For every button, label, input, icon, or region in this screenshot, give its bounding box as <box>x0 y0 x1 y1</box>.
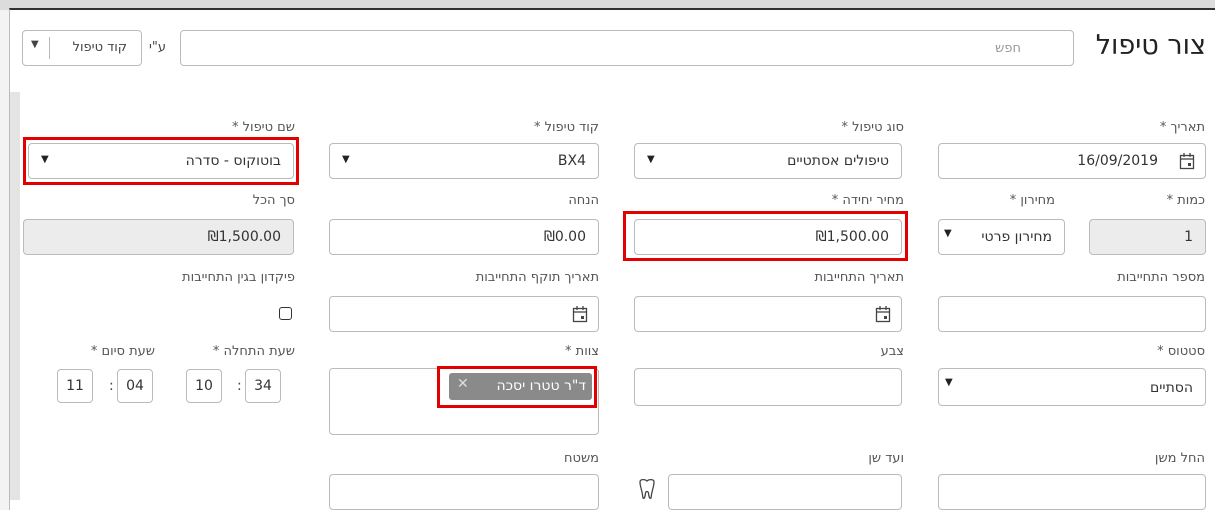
highlight-treatment-name <box>23 137 299 185</box>
end-time-separator: : <box>109 378 114 394</box>
date-field[interactable]: 16/09/2019 <box>938 143 1206 179</box>
commitment-number-field[interactable] <box>938 296 1206 332</box>
dropdown-arrow-icon: ▼ <box>342 154 350 165</box>
staff-label: צוות * <box>565 344 599 359</box>
commitment-number-label: מספר התחייבות <box>1117 270 1205 285</box>
from-tooth-label: החל משן <box>1154 451 1205 466</box>
from-tooth-field[interactable] <box>938 474 1206 510</box>
search-by-label: ע"י <box>149 40 167 55</box>
total-field: ₪1,500.00 <box>23 219 294 255</box>
treatment-code-label: קוד טיפול * <box>533 120 599 135</box>
pricelist-value: מחירון פרטי <box>981 229 1052 245</box>
treatment-type-value: טיפולים אסתטיים <box>787 153 889 169</box>
select-divider <box>49 37 50 59</box>
discount-label: הנחה <box>568 193 599 208</box>
highlight-staff <box>437 366 597 408</box>
discount-field[interactable]: ₪0.00 <box>329 219 599 255</box>
search-field[interactable] <box>180 30 1074 66</box>
status-select[interactable]: הסתיים ▼ <box>938 368 1206 406</box>
end-time-label: שעת סיום * <box>90 344 155 359</box>
start-time-separator: : <box>237 378 242 394</box>
start-minute-field[interactable]: 34 <box>245 369 281 403</box>
pricelist-label: מחירון * <box>1009 193 1055 208</box>
tooth-icon[interactable] <box>636 478 658 500</box>
treatment-type-select[interactable]: טיפולים אסתטיים ▼ <box>634 143 902 179</box>
calendar-icon[interactable] <box>875 305 891 323</box>
status-value: הסתיים <box>1150 380 1193 396</box>
calendar-icon[interactable] <box>1179 152 1195 170</box>
highlight-unit-price <box>623 211 908 261</box>
page-title: צור טיפול <box>1095 30 1206 61</box>
date-value: 16/09/2019 <box>1077 153 1158 169</box>
search-by-select[interactable]: קוד טיפול ▼ <box>22 30 142 66</box>
pricelist-select[interactable]: מחירון פרטי ▼ <box>938 219 1065 255</box>
discount-value: ₪0.00 <box>543 229 586 245</box>
surface-label: משטח <box>564 451 599 466</box>
treatment-code-value: BX4 <box>557 153 586 169</box>
dropdown-arrow-icon: ▼ <box>944 228 952 239</box>
dropdown-arrow-icon: ▼ <box>945 377 953 388</box>
quantity-value: 1 <box>1184 229 1193 245</box>
to-tooth-field[interactable] <box>668 474 902 510</box>
commitment-expiry-label: תאריך תוקף התחייבות <box>475 270 599 285</box>
total-label: סך הכל <box>252 193 295 208</box>
create-treatment-dialog <box>9 8 1215 510</box>
date-label: תאריך * <box>1159 120 1205 135</box>
end-minute-field[interactable]: 04 <box>117 369 153 403</box>
treatment-name-label: שם טיפול * <box>232 120 295 135</box>
color-label: צבע <box>880 344 904 359</box>
unit-price-label: מחיר יחידה * <box>831 193 904 208</box>
start-time-label: שעת התחלה * <box>212 344 295 359</box>
search-input[interactable] <box>181 31 1073 65</box>
treatment-type-label: סוג טיפול * <box>841 120 905 135</box>
vertical-scrollbar[interactable] <box>10 92 20 500</box>
dropdown-arrow-icon: ▼ <box>647 154 655 165</box>
calendar-icon[interactable] <box>572 305 588 323</box>
commitment-date-field[interactable] <box>634 296 902 332</box>
commitment-expiry-field[interactable] <box>329 296 599 332</box>
quantity-label: כמות * <box>1166 193 1205 208</box>
quantity-field: 1 <box>1089 219 1206 255</box>
start-hour-field[interactable]: 10 <box>186 369 222 403</box>
dropdown-arrow-icon: ▼ <box>31 39 39 50</box>
deposit-checkbox[interactable] <box>279 307 292 320</box>
end-hour-field[interactable]: 11 <box>57 369 93 403</box>
treatment-code-select[interactable]: BX4 ▼ <box>329 143 599 179</box>
status-label: סטטוס * <box>1157 344 1205 359</box>
deposit-label: פיקדון בגין התחייבות <box>182 270 295 285</box>
search-by-value: קוד טיפול <box>72 40 127 55</box>
commitment-date-label: תאריך התחייבות <box>814 270 904 285</box>
surface-field[interactable] <box>329 474 599 510</box>
total-value: ₪1,500.00 <box>207 229 281 245</box>
color-field[interactable] <box>634 368 902 406</box>
to-tooth-label: ועד שן <box>868 451 904 466</box>
